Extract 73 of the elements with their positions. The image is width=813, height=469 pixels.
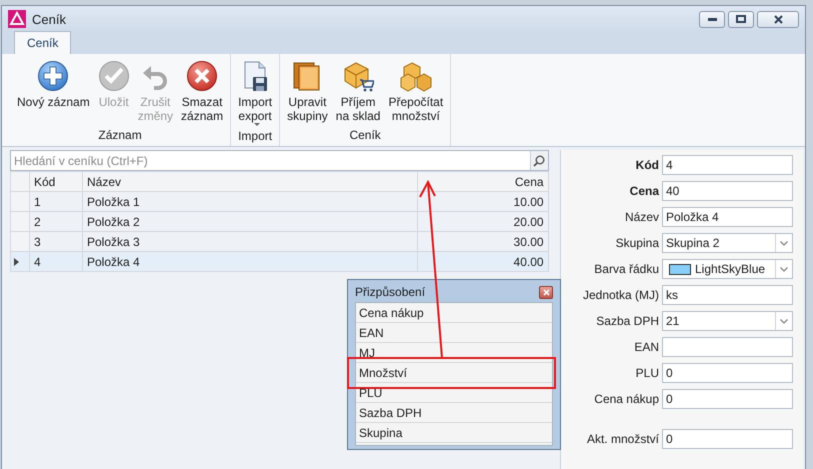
search-field[interactable]: Hledání v ceníku (Ctrl+F): [10, 150, 549, 171]
close-button[interactable]: [539, 286, 553, 298]
table-cell: 2: [30, 212, 82, 232]
input-field[interactable]: 0: [662, 363, 793, 383]
input-field[interactable]: 4: [662, 155, 793, 175]
table-cell: Položka 4: [82, 252, 418, 272]
dropdown-field[interactable]: LightSkyBlue: [662, 259, 793, 279]
search-button[interactable]: [530, 151, 548, 170]
maximize-button[interactable]: [728, 10, 754, 28]
ribbon-button[interactable]: Upravit skupiny: [283, 60, 332, 128]
plus-icon: [37, 60, 70, 92]
field-label: Kód: [634, 158, 659, 172]
field-label: Sazba DPH: [595, 314, 659, 328]
field-label: PLU: [634, 366, 659, 380]
field-label: Cena nákup: [593, 392, 659, 406]
input-field[interactable]: ks: [662, 285, 793, 305]
column-header[interactable]: Cena: [418, 172, 548, 192]
ribbon-button[interactable]: Import export: [234, 60, 276, 129]
input-field[interactable]: 40: [662, 181, 793, 201]
field-label: Jednotka (MJ): [582, 288, 659, 302]
input-field[interactable]: Položka 4: [662, 207, 793, 227]
check-icon: [98, 60, 130, 92]
field-list-item[interactable]: Skupina: [359, 426, 402, 440]
ribbon-button[interactable]: Příjem na sklad: [332, 60, 384, 128]
delete-icon: [186, 60, 218, 92]
field-label: Akt. množství: [586, 432, 659, 446]
table-cell: 20.00: [418, 212, 548, 232]
close-button[interactable]: [757, 10, 799, 28]
ribbon-button[interactable]: Nový záznam: [13, 60, 94, 128]
table-cell: Položka 1: [82, 192, 418, 212]
table-cell: 1: [30, 192, 82, 212]
ribbon-button[interactable]: Přepočítat množství: [384, 60, 448, 128]
ribbon-tab[interactable]: Ceník: [14, 31, 72, 54]
input-field[interactable]: 0: [662, 389, 793, 409]
column-header[interactable]: Kód: [30, 172, 82, 192]
input-field[interactable]: 0: [662, 429, 793, 449]
field-list-item[interactable]: EAN: [359, 326, 384, 340]
field-label: EAN: [633, 340, 659, 354]
table-cell: 4: [30, 252, 82, 272]
field-label: Skupina: [614, 236, 659, 250]
chevron-down-icon: [780, 240, 788, 246]
dropdown-field[interactable]: Skupina 2: [662, 233, 793, 253]
app-logo-icon: [8, 10, 26, 28]
search-icon: [533, 154, 546, 166]
table-cell: Položka 2: [82, 212, 418, 232]
group-label: Záznam: [98, 128, 142, 144]
field-label: Cena: [628, 184, 659, 198]
close-icon: [542, 288, 550, 296]
group-label: Import: [238, 129, 272, 145]
field-label: Barva řádku: [593, 262, 659, 276]
close-icon: [774, 14, 782, 24]
chevron-down-icon: [780, 266, 788, 272]
field-list-item[interactable]: Množství: [359, 366, 408, 380]
boxes-icon: [400, 60, 432, 92]
column-header[interactable]: Název: [82, 172, 418, 192]
input-field[interactable]: [662, 337, 793, 357]
dropdown-field[interactable]: 21: [662, 311, 793, 331]
minimize-icon: [708, 18, 716, 20]
field-list-item[interactable]: Cena nákup: [359, 306, 424, 320]
field-list-item[interactable]: Sazba DPH: [359, 406, 422, 420]
maximize-icon: [736, 15, 746, 23]
field-label: Název: [624, 210, 659, 224]
popup-title: Přizpůsobení: [355, 285, 426, 299]
field-list-item[interactable]: PLU: [359, 386, 382, 400]
table-cell: 10.00: [418, 192, 548, 212]
box-cart-icon: [342, 60, 374, 92]
minimize-button[interactable]: [699, 10, 725, 28]
field-list-item[interactable]: MJ: [359, 346, 375, 360]
table-cell: 40.00: [418, 252, 548, 272]
chevron-down-icon: [780, 318, 788, 324]
group-label: Ceník: [349, 128, 381, 144]
ribbon-button[interactable]: Smazat záznam: [177, 60, 228, 128]
window-title: Ceník: [32, 12, 66, 26]
